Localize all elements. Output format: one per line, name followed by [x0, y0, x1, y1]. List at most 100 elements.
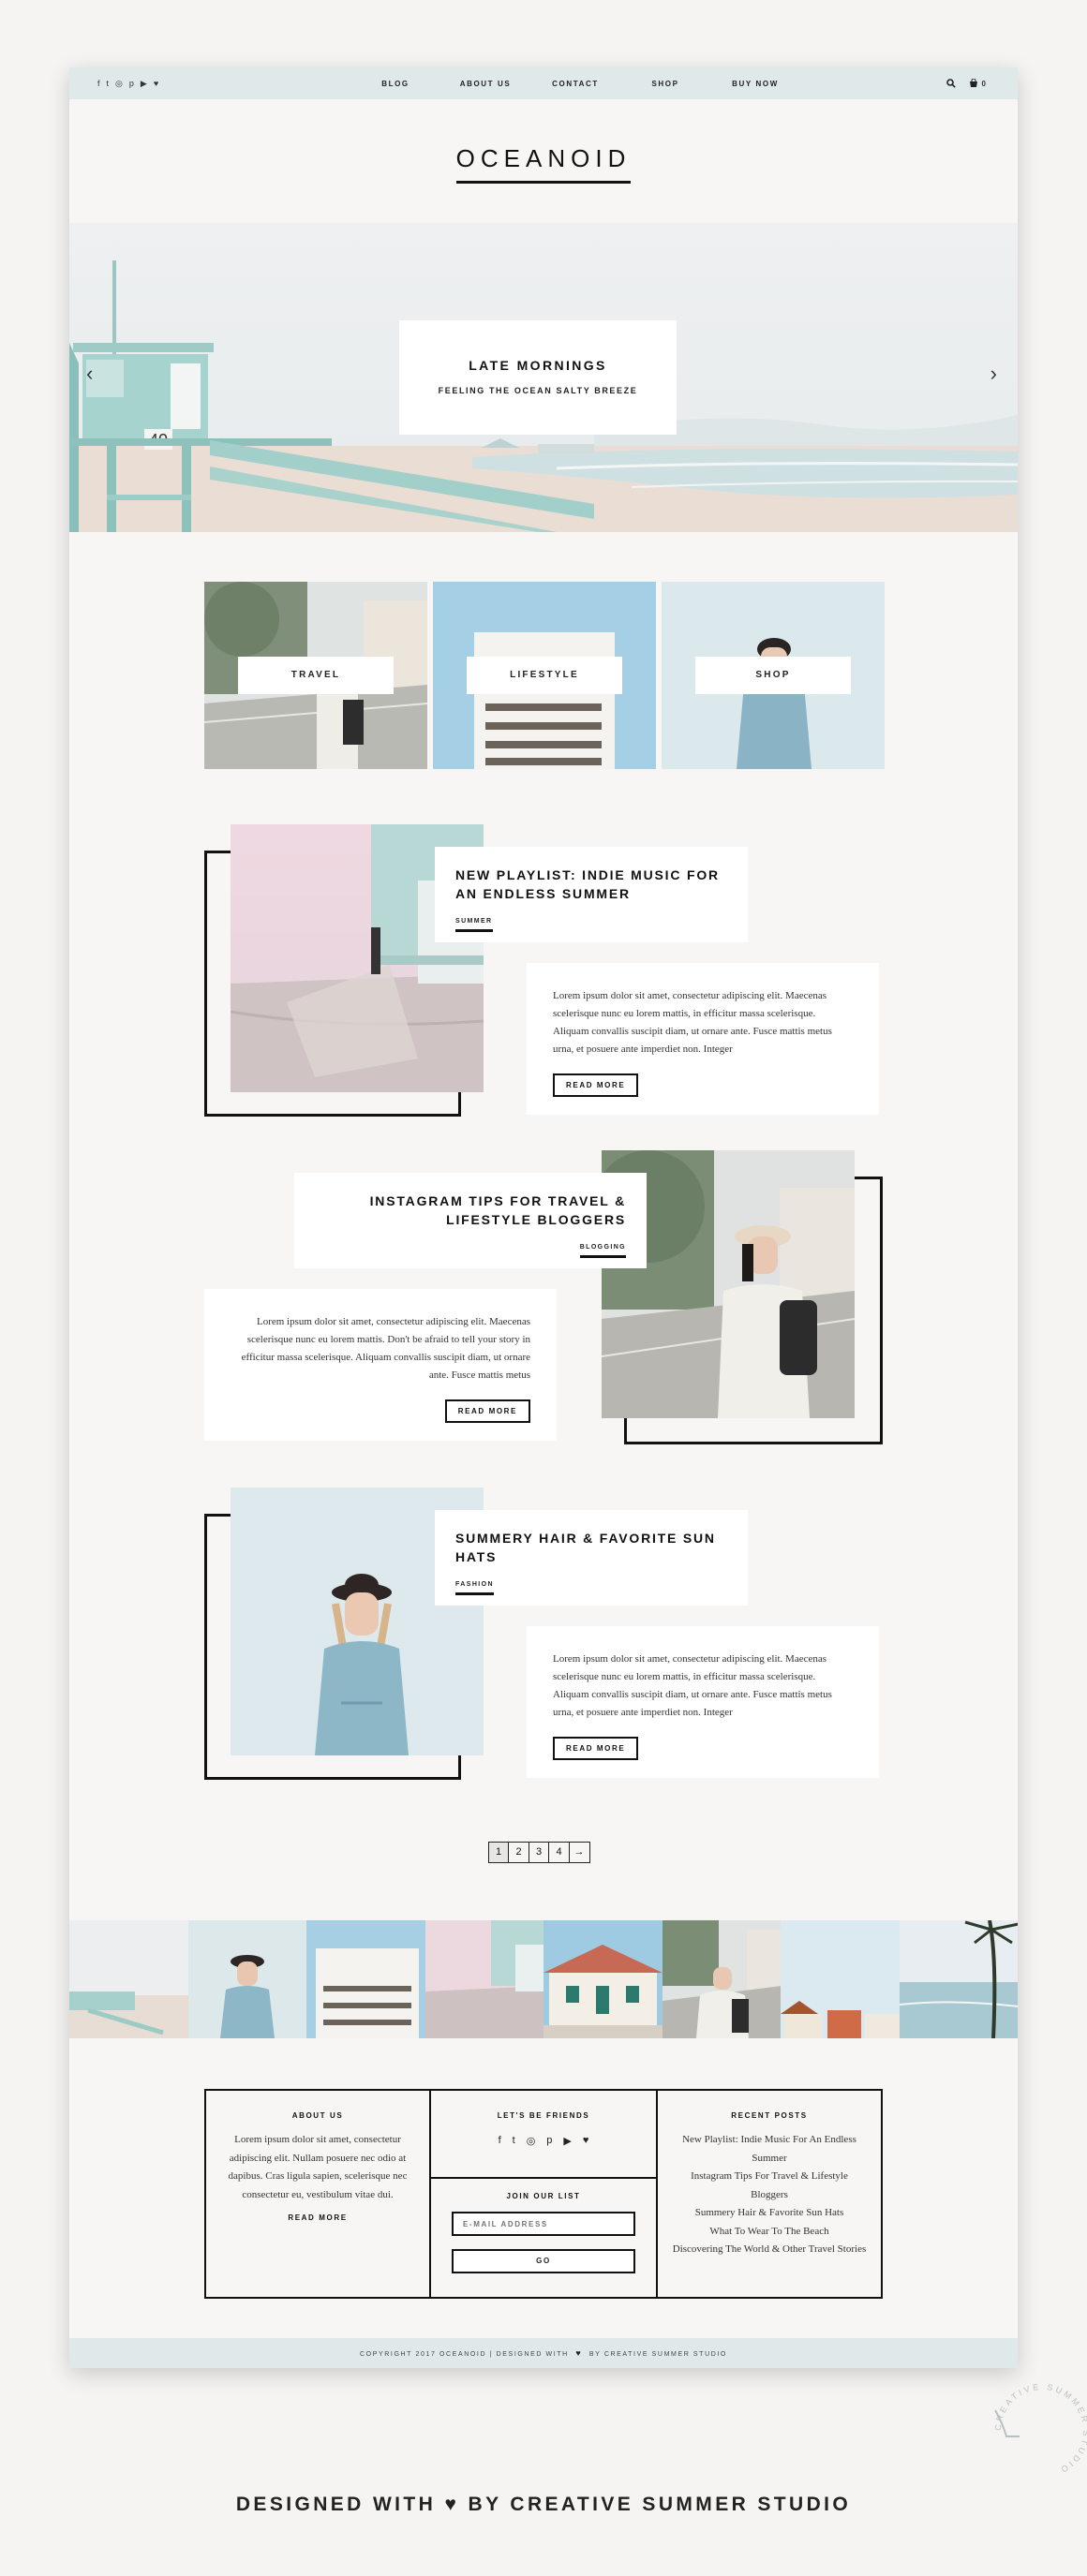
heart-icon[interactable]: ♥: [154, 79, 158, 88]
post-category[interactable]: SUMMER: [455, 918, 493, 932]
recent-post-link[interactable]: Instagram Tips For Travel & Lifestyle Bl…: [671, 2168, 868, 2204]
youtube-icon[interactable]: ▶: [563, 2135, 571, 2147]
footer-middle: LET'S BE FRIENDS f t ◎ p ▶ ♥ JOIN OUR LI…: [431, 2091, 658, 2297]
post-title-card[interactable]: INSTAGRAM TIPS FOR TRAVEL & LIFESTYLE BL…: [294, 1173, 647, 1268]
footer-newsletter-heading: JOIN OUR LIST: [506, 2192, 581, 2200]
recent-post-link[interactable]: Summery Hair & Favorite Sun Hats: [671, 2204, 868, 2223]
heart-icon: ♥: [575, 2348, 583, 2358]
pagination: 1 2 3 4 →: [487, 1842, 590, 1863]
top-bar: f t ◎ p ▶ ♥ BLOG ABOUT US CONTACT SHOP B…: [69, 67, 1018, 99]
instagram-photo-5[interactable]: [544, 1920, 663, 2038]
designer-tagline: DESIGNED WITH ♥ BY CREATIVE SUMMER STUDI…: [235, 2494, 852, 2515]
hero-prev-arrow[interactable]: ‹: [86, 362, 93, 386]
instagram-photo-4[interactable]: [424, 1920, 544, 2038]
page-4-button[interactable]: 4: [548, 1842, 570, 1863]
cart-count: 0: [981, 79, 986, 88]
pinterest-icon[interactable]: p: [546, 2135, 552, 2147]
instagram-photo-3[interactable]: [306, 1920, 425, 2038]
footer-friends-heading: LET'S BE FRIENDS: [497, 2111, 590, 2120]
footer-about-text: Lorem ipsum dolor sit amet, consectetur …: [228, 2134, 408, 2200]
email-field[interactable]: [452, 2212, 635, 2236]
copyright-bar: COPYRIGHT 2017 OCEANOID | DESIGNED WITH …: [69, 2338, 1018, 2368]
hero-slider: 40 ‹ › LATE MORNINGS FEELING THE OCEAN S…: [69, 223, 1018, 532]
instagram-icon[interactable]: ◎: [115, 79, 123, 89]
facebook-icon[interactable]: f: [97, 79, 100, 88]
post-excerpt-card: Lorem ipsum dolor sit amet, consectetur …: [204, 1289, 557, 1441]
copyright-credit[interactable]: BY CREATIVE SUMMER STUDIO: [589, 2351, 727, 2358]
footer-about: ABOUT US Lorem ipsum dolor sit amet, con…: [206, 2091, 431, 2297]
footer-recent: RECENT POSTS New Playlist: Indie Music F…: [658, 2091, 881, 2297]
instagram-photo-6[interactable]: [662, 1920, 781, 2038]
hero-next-arrow[interactable]: ›: [990, 362, 997, 386]
category-label-lifestyle: LIFESTYLE: [467, 657, 622, 694]
footer-about-heading: ABOUT US: [291, 2111, 344, 2120]
footer-social-icons: f t ◎ p ▶ ♥: [431, 2135, 656, 2147]
instagram-feed: [69, 1920, 1018, 2038]
next-page-button[interactable]: →: [568, 1842, 590, 1863]
nav-shop[interactable]: SHOP: [620, 80, 710, 88]
post-title[interactable]: NEW PLAYLIST: INDIE MUSIC FOR AN ENDLESS…: [455, 866, 727, 903]
main-nav: BLOG ABOUT US CONTACT SHOP BUY NOW: [350, 67, 800, 99]
go-button[interactable]: GO: [452, 2249, 635, 2273]
post-excerpt: Lorem ipsum dolor sit amet, consectetur …: [241, 1316, 530, 1381]
social-icons: f t ◎ p ▶ ♥: [97, 67, 158, 99]
hero-title: LATE MORNINGS: [469, 358, 607, 373]
svg-text:CREATIVE SUMMER STUDIO: CREATIVE SUMMER STUDIO: [993, 2382, 1087, 2476]
instagram-photo-7[interactable]: [781, 1920, 900, 2038]
hero-caption[interactable]: LATE MORNINGS FEELING THE OCEAN SALTY BR…: [399, 320, 677, 435]
post-title-card[interactable]: NEW PLAYLIST: INDIE MUSIC FOR AN ENDLESS…: [435, 847, 748, 942]
footer-newsletter: JOIN OUR LIST GO: [431, 2179, 656, 2273]
blog-post-1: NEW PLAYLIST: INDIE MUSIC FOR AN ENDLESS…: [69, 822, 1018, 1160]
nav-about-us[interactable]: ABOUT US: [440, 80, 530, 88]
instagram-photo-2[interactable]: [187, 1920, 306, 2038]
blog-post-3: SUMMERY HAIR & FAVORITE SUN HATS FASHION…: [69, 1486, 1018, 1823]
post-title[interactable]: INSTAGRAM TIPS FOR TRAVEL & LIFESTYLE BL…: [315, 1192, 626, 1229]
cart-icon: [969, 79, 977, 87]
site-logo[interactable]: OCEANOID: [69, 144, 1018, 184]
instagram-photo-8[interactable]: [899, 1920, 1018, 2038]
facebook-icon[interactable]: f: [499, 2135, 501, 2147]
page-3-button[interactable]: 3: [528, 1842, 550, 1863]
heart-icon[interactable]: ♥: [583, 2135, 589, 2147]
read-more-button[interactable]: READ MORE: [553, 1073, 639, 1097]
post-title[interactable]: SUMMERY HAIR & FAVORITE SUN HATS: [455, 1529, 727, 1566]
post-excerpt: Lorem ipsum dolor sit amet, consectetur …: [553, 1653, 832, 1718]
recent-posts-list: New Playlist: Indie Music For An Endless…: [671, 2131, 868, 2259]
nav-buy-now[interactable]: BUY NOW: [710, 80, 800, 88]
cart[interactable]: 0: [969, 79, 986, 88]
studio-stamp-logo: CREATIVE SUMMER STUDIO: [993, 2382, 1087, 2476]
post-category[interactable]: BLOGGING: [579, 1244, 626, 1258]
nav-blog[interactable]: BLOG: [350, 80, 440, 88]
page-1-button[interactable]: 1: [487, 1842, 510, 1863]
page-2-button[interactable]: 2: [508, 1842, 529, 1863]
recent-post-link[interactable]: What To Wear To The Beach: [671, 2223, 868, 2242]
post-title-card[interactable]: SUMMERY HAIR & FAVORITE SUN HATS FASHION: [435, 1510, 748, 1606]
footer-friends: LET'S BE FRIENDS f t ◎ p ▶ ♥: [431, 2091, 656, 2179]
footer-recent-heading: RECENT POSTS: [731, 2111, 808, 2120]
category-shop[interactable]: SHOP: [662, 582, 885, 769]
read-more-button[interactable]: READ MORE: [553, 1737, 639, 1760]
search-icon[interactable]: [946, 79, 956, 88]
logo-text[interactable]: OCEANOID: [455, 144, 632, 184]
pinterest-icon[interactable]: p: [129, 79, 134, 88]
instagram-icon[interactable]: ◎: [527, 2135, 536, 2147]
top-right-tools: 0: [946, 67, 986, 99]
youtube-icon[interactable]: ▶: [141, 79, 147, 89]
blog-post-2: INSTAGRAM TIPS FOR TRAVEL & LIFESTYLE BL…: [69, 1148, 1018, 1486]
footer-read-more-link[interactable]: READ MORE: [223, 2213, 412, 2222]
category-label-shop: SHOP: [695, 657, 851, 694]
read-more-button[interactable]: READ MORE: [444, 1399, 530, 1423]
post-category[interactable]: FASHION: [455, 1581, 494, 1595]
nav-contact[interactable]: CONTACT: [530, 80, 620, 88]
page-frame: f t ◎ p ▶ ♥ BLOG ABOUT US CONTACT SHOP B…: [69, 67, 1018, 2368]
category-travel[interactable]: TRAVEL: [204, 582, 427, 769]
post-excerpt-card: Lorem ipsum dolor sit amet, consectetur …: [527, 963, 879, 1115]
recent-post-link[interactable]: Discovering The World & Other Travel Sto…: [671, 2241, 868, 2259]
twitter-icon[interactable]: t: [513, 2135, 515, 2147]
footer-widgets: ABOUT US Lorem ipsum dolor sit amet, con…: [204, 2089, 883, 2299]
twitter-icon[interactable]: t: [107, 79, 110, 88]
recent-post-link[interactable]: New Playlist: Indie Music For An Endless…: [671, 2131, 868, 2168]
category-lifestyle[interactable]: LIFESTYLE: [433, 582, 656, 769]
post-excerpt-card: Lorem ipsum dolor sit amet, consectetur …: [527, 1626, 879, 1778]
instagram-photo-1[interactable]: [69, 1920, 188, 2038]
